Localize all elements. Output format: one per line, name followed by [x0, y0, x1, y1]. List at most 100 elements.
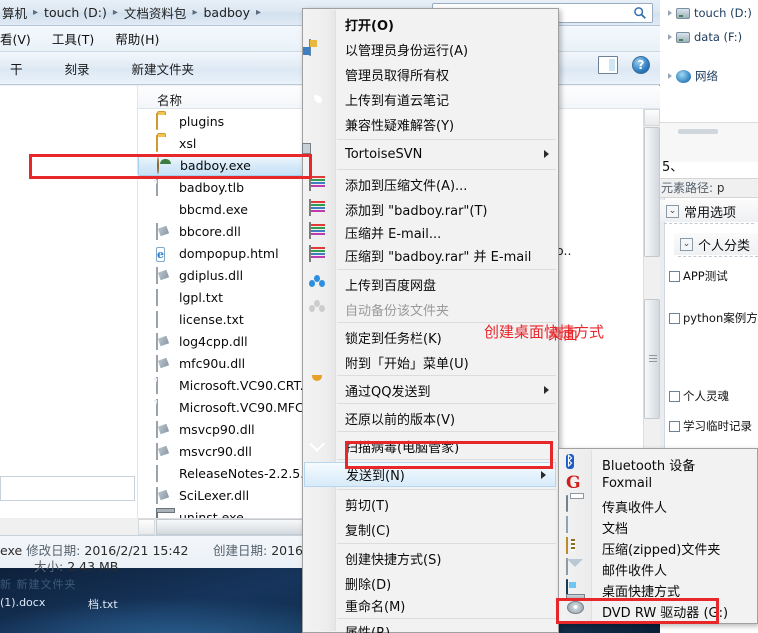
- toolbar-new-folder[interactable]: 新建文件夹: [122, 56, 205, 81]
- submenu-item-dvd-drive[interactable]: DVD RW 驱动器 (G:): [560, 598, 757, 623]
- annotation-text-create-desktop-shortcut: 创建桌面快捷方式: [484, 323, 605, 341]
- menu-item-label: 上传到有道云笔记: [345, 94, 450, 109]
- checkbox-label: APP测试: [683, 269, 728, 283]
- file-name: mfc90u.dll: [179, 356, 246, 371]
- menu-item-rar-add-archive[interactable]: 添加到压缩文件(A)...: [304, 172, 558, 197]
- menu-item-send-to[interactable]: 发送到(N): [304, 462, 556, 487]
- file-name: bbcore.dll: [179, 224, 241, 239]
- checkbox-label: python案例方: [683, 311, 758, 325]
- menu-item-label: 重命名(M): [345, 600, 406, 615]
- file-name: Microsoft.VC90.MFC.m: [179, 400, 320, 415]
- dll-icon: [156, 442, 173, 460]
- file-name: Microsoft.VC90.CRT.m: [179, 378, 316, 393]
- menu-item-label: 压缩并 E-mail...: [345, 227, 442, 242]
- menu-item-upload-baidu[interactable]: 上传到百度网盘: [304, 272, 558, 297]
- folder-icon: [156, 112, 173, 130]
- toolbar-burn[interactable]: 刻录: [55, 56, 100, 81]
- file-icon: [156, 398, 173, 416]
- menu-item-compat-troubleshoot[interactable]: 兼容性疑难解答(Y): [304, 112, 558, 137]
- scroll-up-button[interactable]: [644, 109, 660, 126]
- mini-scrollbar[interactable]: [678, 129, 718, 134]
- element-path-bar: 元素路径: p: [660, 178, 758, 198]
- file-name: msvcr90.dll: [179, 444, 252, 459]
- winrar-icon: [309, 199, 329, 220]
- file-name: gdiplus.dll: [179, 268, 244, 283]
- html-icon: e: [156, 246, 165, 262]
- file-name: uninst.exe: [179, 510, 244, 518]
- tree-item-label: touch (D:): [694, 6, 752, 20]
- details-size-value: 2.43 MB: [67, 559, 119, 574]
- tree-item-label: data (F:): [694, 30, 743, 44]
- desktop-icon-label-docx[interactable]: (1).docx: [0, 596, 45, 609]
- chevron-right-icon: [544, 386, 549, 394]
- tree-item-data-f[interactable]: data (F:): [668, 30, 742, 44]
- breadcrumb-separator-icon: ▸: [255, 7, 262, 18]
- menu-item-scan-virus[interactable]: 扫描病毒(电脑管家): [304, 434, 558, 459]
- file-name: log4cpp.dll: [179, 334, 248, 349]
- menu-item-upload-youdao[interactable]: 上传到有道云笔记: [304, 87, 558, 112]
- tree-item-network[interactable]: 网络: [668, 68, 718, 84]
- scrollbar-thumb-lower[interactable]: [644, 299, 660, 419]
- desktop-icon-label-txt[interactable]: 档.txt: [88, 596, 118, 612]
- menu-help[interactable]: 帮助(H): [115, 27, 170, 50]
- breadcrumb-item-computer[interactable]: 算机: [1, 3, 28, 22]
- menu-separator: [337, 139, 556, 140]
- breadcrumb-separator-icon: ▸: [192, 7, 198, 18]
- menu-item-restore-previous-versions[interactable]: 还原以前的版本(V): [304, 406, 558, 431]
- winrar-icon: [309, 222, 329, 243]
- menu-item-open[interactable]: 打开(O): [304, 12, 558, 37]
- menu-item-pin-startmenu[interactable]: 附到「开始」菜单(U): [304, 350, 558, 375]
- menu-item-rar-compress-email[interactable]: 压缩并 E-mail...: [304, 220, 558, 245]
- breadcrumb-item-docs[interactable]: 文档资料包: [123, 3, 188, 22]
- menu-item-label: TortoiseSVN: [345, 147, 423, 162]
- menu-item-rar-compress-badboy-email[interactable]: 压缩到 "badboy.rar" 并 E-mail: [304, 243, 558, 268]
- menu-item-rename[interactable]: 重命名(M): [304, 593, 558, 618]
- collapse-icon[interactable]: ⌄: [666, 204, 679, 218]
- column-header-name[interactable]: 名称: [157, 90, 182, 109]
- menu-tools[interactable]: 工具(T): [52, 27, 105, 50]
- toolbar-organize[interactable]: 干: [0, 56, 33, 81]
- checkbox-study-notes[interactable]: 学习临时记录: [669, 418, 752, 434]
- checkbox-box[interactable]: [669, 420, 680, 432]
- menu-item-label: 添加到压缩文件(A)...: [345, 179, 468, 194]
- scrollbar-thumb[interactable]: [644, 127, 660, 257]
- checkbox-box[interactable]: [669, 270, 680, 282]
- menu-item-run-as-admin[interactable]: 以管理员身份运行(A): [304, 37, 558, 62]
- menu-item-rar-add-badboy[interactable]: 添加到 "badboy.rar"(T): [304, 197, 558, 222]
- collapse-icon[interactable]: ⌄: [680, 237, 693, 251]
- file-name: license.txt: [179, 312, 244, 327]
- breadcrumb-item-badboy[interactable]: badboy: [202, 5, 251, 20]
- tree-item-touch-d[interactable]: touch (D:): [668, 6, 752, 20]
- submenu-item-label: Foxmail: [602, 476, 653, 491]
- menu-item-label: 管理员取得所有权: [345, 69, 450, 84]
- menu-item-properties[interactable]: 属性(R): [304, 619, 558, 633]
- shield-icon: [309, 39, 329, 60]
- menu-item-send-via-qq[interactable]: 通过QQ发送到: [304, 378, 558, 403]
- checkbox-python-cases[interactable]: python案例方: [669, 310, 758, 326]
- help-icon[interactable]: ?: [632, 56, 650, 74]
- section-personal-category[interactable]: ⌄ 个人分类: [674, 233, 758, 255]
- checkbox-box[interactable]: [669, 312, 680, 324]
- menu-item-copy[interactable]: 复制(C): [304, 517, 558, 542]
- menu-view[interactable]: 看(V): [0, 27, 42, 50]
- chevron-right-icon: [668, 73, 672, 79]
- chevron-right-icon: [668, 10, 672, 16]
- menu-item-create-shortcut[interactable]: 创建快捷方式(S): [304, 546, 558, 571]
- breadcrumb-item-touch-d[interactable]: touch (D:): [43, 5, 108, 20]
- checkbox-personal-soul[interactable]: 个人灵魂: [669, 388, 729, 404]
- menu-item-cut[interactable]: 剪切(T): [304, 492, 558, 517]
- checkbox-app-test[interactable]: APP测试: [669, 268, 728, 284]
- search-icon[interactable]: [633, 6, 647, 20]
- nav-pane-field[interactable]: [0, 476, 135, 501]
- checkbox-box[interactable]: [669, 390, 680, 402]
- details-size-label: 大小:: [34, 559, 64, 574]
- menu-item-take-ownership[interactable]: 管理员取得所有权: [304, 62, 558, 87]
- section-dashed-divider: [678, 256, 758, 257]
- menu-item-auto-backup: 自动备份该文件夹: [304, 297, 558, 322]
- menu-item-tortoisesvn[interactable]: TortoiseSVN: [304, 142, 558, 167]
- foxmail-icon: G: [566, 473, 581, 493]
- baidu-netdisk-icon: [309, 300, 329, 320]
- change-view-icon[interactable]: [598, 56, 618, 74]
- section-common-options[interactable]: ⌄ 常用选项: [660, 200, 758, 222]
- scroll-left-button[interactable]: [138, 519, 155, 535]
